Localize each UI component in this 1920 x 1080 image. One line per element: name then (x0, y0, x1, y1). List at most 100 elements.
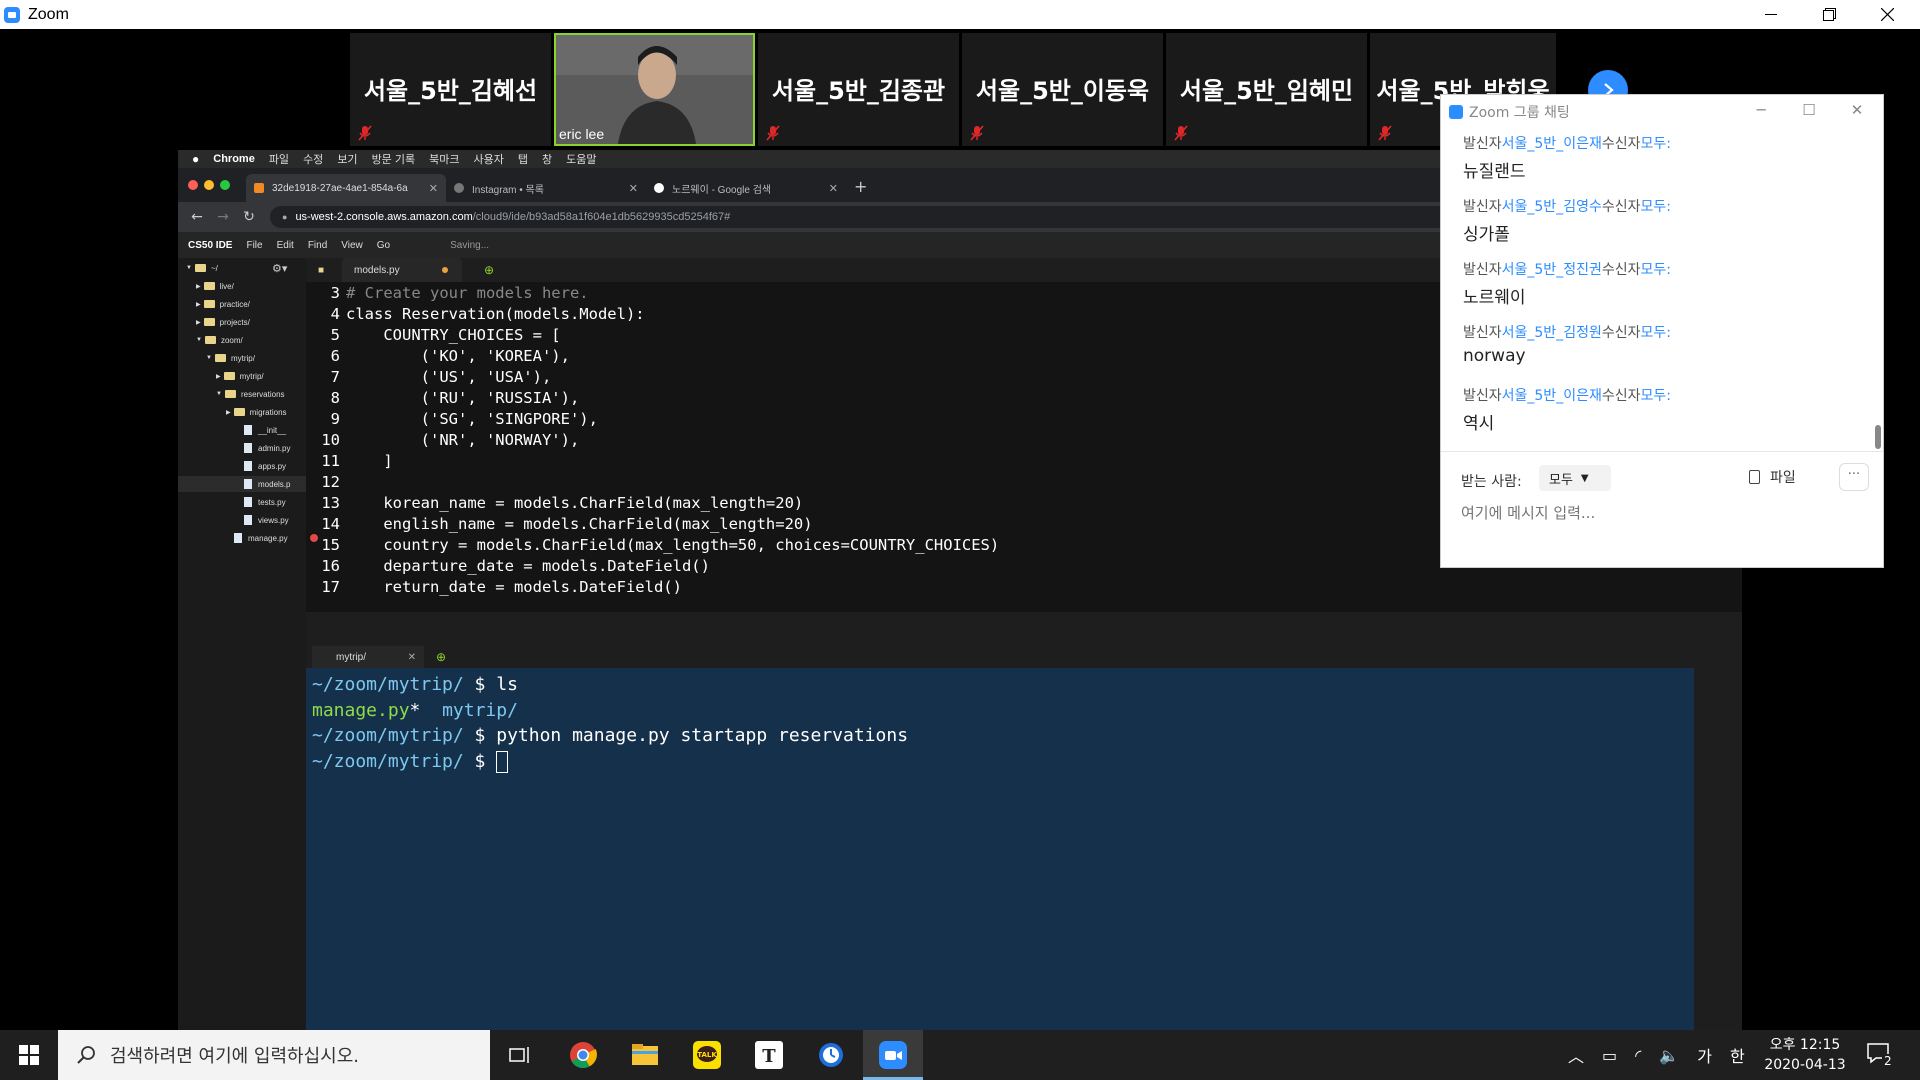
ime-mode[interactable]: 한 (1730, 1043, 1745, 1067)
folder-icon[interactable]: ■ (318, 265, 324, 276)
add-tab-icon[interactable]: ⊕ (484, 263, 494, 277)
clock-app[interactable] (801, 1030, 861, 1080)
terminal-tab[interactable]: mytrip/ ✕ (312, 646, 424, 668)
clock[interactable]: 오후 12:15 2020-04-13 (1760, 1035, 1850, 1075)
file-explorer-app[interactable] (615, 1030, 675, 1080)
chat-message: 발신자서울_5반_김영수수신자모두: 싱가폴 (1463, 199, 1671, 245)
ide-menu-item[interactable]: Go (377, 240, 390, 251)
menu-item[interactable]: 북마크 (429, 151, 459, 167)
tree-item[interactable]: ▼ mytrip/ (206, 350, 255, 366)
tab-close-icon[interactable]: ✕ (629, 182, 638, 195)
tree-item[interactable]: ▼ ~/ (186, 260, 218, 276)
window-close-dot[interactable] (188, 180, 198, 190)
participant-tile[interactable]: 서울_5반_김종관 (758, 33, 959, 146)
kakaotalk-app[interactable]: TALK (677, 1030, 737, 1080)
participant-tile[interactable]: 서울_5반_임혜민 (1166, 33, 1367, 146)
restore-button[interactable] (1800, 0, 1858, 29)
tree-item[interactable]: ▶ projects/ (196, 314, 250, 330)
chat-close-button[interactable]: ✕ (1837, 101, 1877, 123)
menu-item[interactable]: 보기 (337, 151, 357, 167)
ide-menu-item[interactable]: Edit (277, 240, 294, 251)
url-path: /cloud9/ide/b93ad58a1f604e1db5629935cd52… (472, 211, 731, 223)
typora-icon: T (755, 1041, 783, 1069)
minimize-button[interactable] (1742, 0, 1800, 29)
add-terminal-icon[interactable]: ⊕ (436, 650, 446, 664)
start-button[interactable] (0, 1030, 58, 1080)
close-button[interactable] (1858, 0, 1916, 29)
editor-tab[interactable]: models.py (342, 258, 462, 282)
url-host: us-west-2.console.aws.amazon.com (295, 211, 473, 223)
tree-item[interactable]: ▶ practice/ (196, 296, 250, 312)
tree-item[interactable]: ▼ reservations (216, 386, 285, 402)
tree-item[interactable]: ▼ zoom/ (196, 332, 243, 348)
ime-language[interactable]: 가 (1697, 1043, 1712, 1067)
ide-menu-item[interactable]: Find (308, 240, 327, 251)
wifi-icon[interactable]: ◜ (1635, 1046, 1641, 1065)
tab-close-icon[interactable]: ✕ (829, 182, 838, 195)
new-tab-button[interactable]: + (854, 177, 867, 196)
browser-tab[interactable]: 32de1918-27ae-4ae1-854a-6a ✕ (246, 174, 446, 202)
zoom-logo-icon (1449, 105, 1463, 119)
back-icon[interactable]: ← (190, 209, 204, 225)
reload-icon[interactable]: ↻ (242, 209, 256, 225)
apple-icon[interactable]: ● (192, 152, 199, 166)
tree-item[interactable]: ▶ migrations (226, 404, 287, 420)
recipient-select[interactable]: 모두 ▼ (1539, 465, 1611, 491)
typora-app[interactable]: T (739, 1030, 799, 1080)
terminal-tab-title: mytrip/ (336, 651, 366, 663)
ide-menu-item[interactable]: File (246, 240, 262, 251)
tree-item[interactable]: tests.py (244, 494, 286, 510)
chat-message-input[interactable] (1461, 504, 1861, 522)
address-bar[interactable]: ● us-west-2.console.aws.amazon.com/cloud… (270, 206, 1640, 228)
menu-item[interactable]: 파일 (269, 151, 289, 167)
zoom-app[interactable] (863, 1030, 923, 1080)
terminal-line: manage.py* mytrip/ (312, 699, 518, 721)
menu-item[interactable]: 도움말 (566, 151, 596, 167)
terminal[interactable]: ~/zoom/mytrip/ $ ls manage.py* mytrip/ ~… (306, 668, 1694, 1030)
volume-icon[interactable]: 🔈 (1659, 1046, 1679, 1065)
tree-item[interactable]: views.py (244, 512, 289, 528)
tab-close-icon[interactable]: ✕ (429, 182, 438, 195)
window-minimize-dot[interactable] (204, 180, 214, 190)
menu-item[interactable]: 방문 기록 (372, 151, 416, 167)
participant-gallery: 서울_5반_김혜선 eric lee 서울_5반_김종관 서울_5반_이동욱 서… (350, 33, 1559, 146)
menu-item[interactable]: 수정 (303, 151, 323, 167)
tree-item[interactable]: __init__ (244, 422, 286, 438)
tree-item[interactable]: admin.py (244, 440, 290, 456)
chat-scrollbar[interactable] (1875, 425, 1881, 449)
tree-item[interactable]: ▶ mytrip/ (216, 368, 264, 384)
task-view-button[interactable] (490, 1030, 550, 1080)
notification-center-button[interactable]: 2 (1866, 1042, 1894, 1068)
browser-tab[interactable]: Instagram • 목록 ✕ (446, 174, 646, 202)
clock-date: 2020-04-13 (1764, 1057, 1846, 1073)
tree-item[interactable]: manage.py (234, 530, 288, 546)
taskbar-search[interactable]: 검색하려면 여기에 입력하십시오. (58, 1030, 490, 1080)
participant-video-tile[interactable]: eric lee (554, 33, 755, 146)
participant-tile[interactable]: 서울_5반_김혜선 (350, 33, 551, 146)
tree-item-selected[interactable]: models.p (178, 476, 306, 492)
tree-item[interactable]: ▶ live/ (196, 278, 234, 294)
menu-item[interactable]: 창 (542, 151, 552, 167)
tab-title: 노르웨이 - Google 검색 (672, 184, 772, 196)
close-icon (1880, 8, 1894, 21)
file-button[interactable]: 파일 (1749, 467, 1796, 487)
more-options-button[interactable]: ··· (1839, 463, 1869, 491)
chat-maximize-button[interactable]: ☐ (1789, 101, 1829, 123)
tree-item[interactable]: apps.py (244, 458, 286, 474)
close-icon[interactable]: ✕ (408, 652, 416, 663)
chrome-app[interactable] (553, 1030, 613, 1080)
browser-tab[interactable]: 노르웨이 - Google 검색 ✕ (646, 174, 846, 202)
battery-icon[interactable]: ▭ (1602, 1046, 1617, 1065)
error-marker-icon[interactable] (310, 534, 318, 542)
chat-minimize-button[interactable]: ─ (1741, 101, 1781, 123)
window-zoom-dot[interactable] (220, 180, 230, 190)
chevron-up-icon[interactable]: ︿ (1568, 1043, 1584, 1067)
forward-icon[interactable]: → (216, 209, 230, 225)
participant-name: 서울_5반_임혜민 (1179, 77, 1354, 105)
ide-menu-item[interactable]: View (341, 240, 363, 251)
gear-icon[interactable]: ⚙▾ (272, 262, 287, 275)
menu-item[interactable]: 탭 (518, 151, 528, 167)
menu-item[interactable]: 사용자 (473, 151, 503, 167)
menu-item[interactable]: Chrome (213, 153, 255, 165)
participant-tile[interactable]: 서울_5반_이동욱 (962, 33, 1163, 146)
